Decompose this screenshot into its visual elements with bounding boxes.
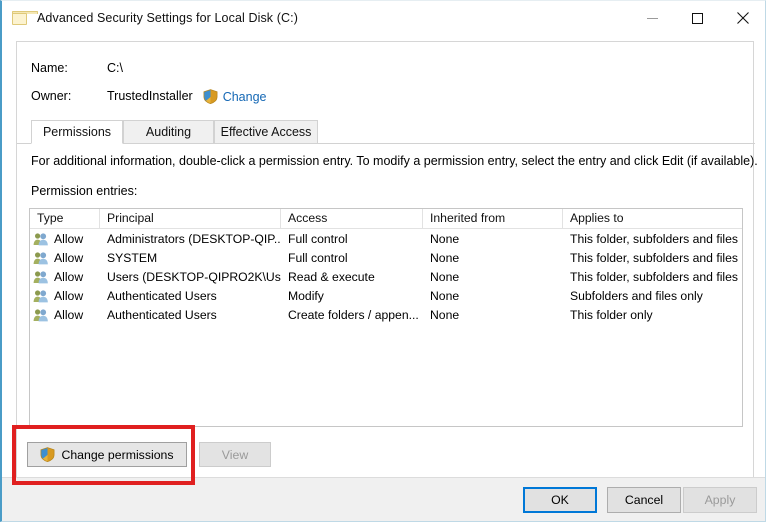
cell-type-text: Allow [54,307,84,322]
cell-principal: Administrators (DESKTOP-QIP... [107,231,281,246]
cell-principal: Users (DESKTOP-QIPRO2K\Us... [107,269,281,284]
cell-applies-to: This folder, subfolders and files [570,250,739,265]
advanced-security-settings-window: Advanced Security Settings for Local Dis… [0,0,766,522]
table-row[interactable]: Allow Users (DESKTOP-QIPRO2K\Us... Read … [30,267,742,286]
cell-type-text: Allow [54,288,84,303]
close-button[interactable] [720,1,765,35]
cancel-label: Cancel [624,493,664,507]
cell-inherited-from: None [430,288,460,303]
tab-strip: Permissions Auditing Effective Access [17,120,755,144]
column-header-principal[interactable]: Principal [100,209,281,228]
window-title: Advanced Security Settings for Local Dis… [37,11,298,25]
column-header-access[interactable]: Access [281,209,423,228]
name-label: Name: [31,61,68,75]
cell-applies-to: This folder only [570,307,653,322]
folder-icon [12,11,38,25]
dialog-footer: OK Cancel Apply [2,477,765,521]
permission-entries-list[interactable]: Type Principal Access Inherited from App… [29,208,743,427]
table-row[interactable]: Allow Authenticated Users Modify None Su… [30,286,742,305]
users-icon [33,270,49,284]
change-owner-link[interactable]: Change [223,90,267,104]
cell-applies-to: Subfolders and files only [570,288,703,303]
uac-shield-icon [203,89,218,105]
cell-access: Read & execute [288,269,375,284]
cell-applies-to: This folder, subfolders and files [570,269,739,284]
users-icon [33,251,49,265]
cell-access: Full control [288,250,348,265]
cancel-button[interactable]: Cancel [607,487,681,513]
permission-entries-label: Permission entries: [31,184,138,198]
tab-effective-access-label: Effective Access [220,125,312,139]
users-icon [33,289,49,303]
apply-button[interactable]: Apply [683,487,757,513]
table-row[interactable]: Allow Administrators (DESKTOP-QIP... Ful… [30,229,742,248]
cell-principal: SYSTEM [107,250,158,265]
main-panel: Name: C:\ Owner: TrustedInstaller Change Pe… [16,41,758,478]
users-icon [33,232,49,246]
cell-inherited-from: None [430,269,460,284]
cell-access: Full control [288,231,348,246]
list-header-row: Type Principal Access Inherited from App… [30,209,742,229]
cell-type-text: Allow [54,269,84,284]
instruction-text: For additional information, double-click… [31,154,758,168]
cell-applies-to: This folder, subfolders and files [570,231,739,246]
cell-type: Allow [30,232,100,246]
cell-type: Allow [30,270,100,284]
cell-inherited-from: None [430,250,460,265]
change-permissions-label: Change permissions [61,447,174,462]
view-label: View [221,447,249,462]
list-body: Allow Administrators (DESKTOP-QIP... Ful… [30,229,742,324]
name-value: C:\ [107,61,123,75]
cell-principal: Authenticated Users [107,288,217,303]
tab-permissions-label: Permissions [42,125,112,139]
tab-auditing-label: Auditing [145,125,192,139]
column-header-inherited-from[interactable]: Inherited from [423,209,563,228]
ok-label: OK [551,493,569,507]
cell-access: Modify [288,288,324,303]
change-owner-control[interactable]: Change [203,89,267,105]
cell-type-text: Allow [54,231,84,246]
title-bar: Advanced Security Settings for Local Dis… [2,1,765,35]
tab-effective-access[interactable]: Effective Access [214,120,318,144]
cell-access: Create folders / appen... [288,307,419,322]
users-icon [33,308,49,322]
name-row: Name: C:\ [31,61,123,75]
cell-principal: Authenticated Users [107,307,217,322]
owner-row: Owner: TrustedInstaller Change [31,89,267,105]
apply-label: Apply [704,493,736,507]
view-button[interactable]: View [199,442,271,467]
tab-auditing[interactable]: Auditing [123,120,214,144]
maximize-button[interactable] [675,1,720,35]
column-header-type[interactable]: Type [30,209,100,228]
owner-label: Owner: [31,89,72,103]
cell-type-text: Allow [54,250,84,265]
minimize-button[interactable] [630,1,675,35]
cell-type: Allow [30,308,100,322]
ok-button[interactable]: OK [523,487,597,513]
cell-type: Allow [30,251,100,265]
column-header-applies-to[interactable]: Applies to [563,209,742,228]
change-permissions-button[interactable]: Change permissions [27,442,187,467]
table-row[interactable]: Allow SYSTEM Full control None This fold… [30,248,742,267]
table-row[interactable]: Allow Authenticated Users Create folders… [30,305,742,324]
tab-permissions[interactable]: Permissions [31,120,123,144]
window-controls [630,1,765,35]
uac-shield-icon [40,447,55,463]
cell-inherited-from: None [430,307,460,322]
cell-inherited-from: None [430,231,460,246]
cell-type: Allow [30,289,100,303]
owner-value: TrustedInstaller [107,89,193,103]
